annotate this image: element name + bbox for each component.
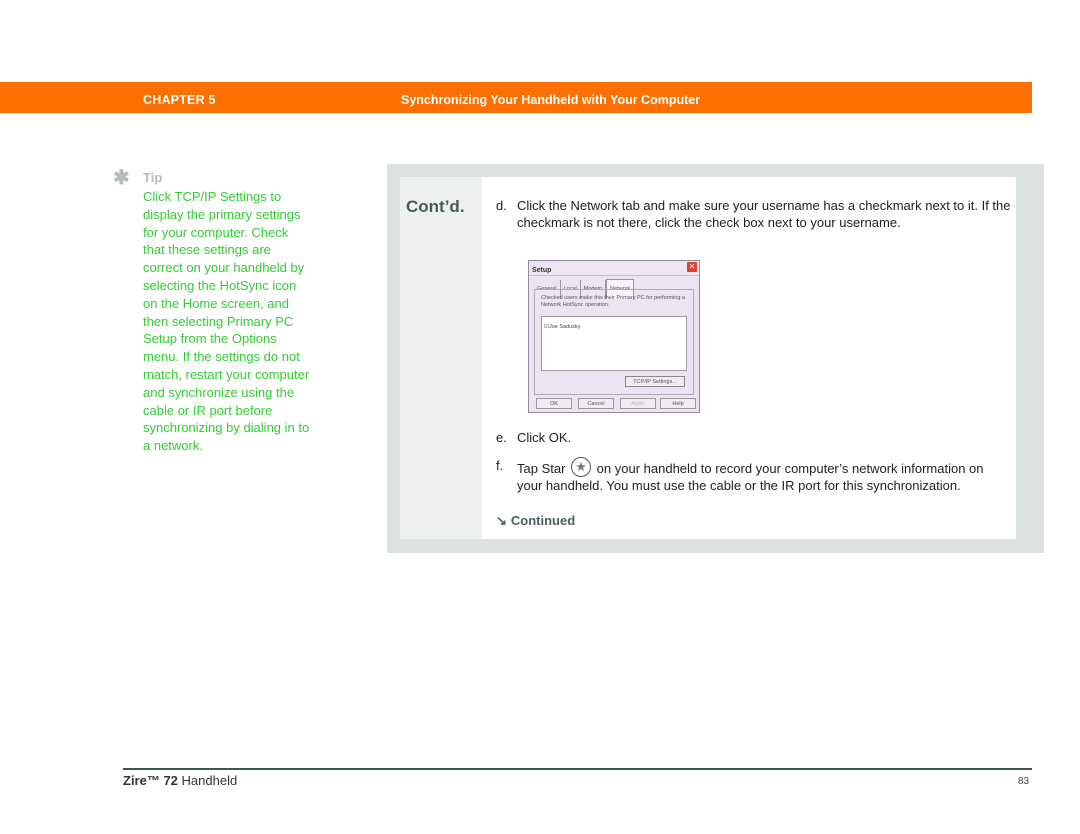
product-name: Zire™ 72 bbox=[123, 773, 178, 788]
step-box-inner: Cont’d. d. Click the Network tab and mak… bbox=[400, 177, 1016, 539]
dialog-titlebar: Setup ✕ bbox=[529, 261, 699, 276]
tip-title: Tip bbox=[143, 170, 163, 185]
dialog-title: Setup bbox=[532, 267, 552, 274]
help-button: Help bbox=[660, 398, 696, 409]
chapter-label: CHAPTER 5 bbox=[143, 93, 216, 107]
close-icon: ✕ bbox=[687, 262, 697, 272]
step-text-before: Tap Star bbox=[517, 461, 566, 476]
chapter-title: Synchronizing Your Handheld with Your Co… bbox=[401, 93, 701, 107]
apply-button: Apply bbox=[620, 398, 656, 409]
step-text: Tap Star ★ on your handheld to record yo… bbox=[517, 457, 1012, 494]
footer-product: Zire™ 72 Handheld bbox=[123, 773, 237, 788]
step-letter: d. bbox=[496, 198, 507, 213]
asterisk-icon: ✱ bbox=[113, 167, 130, 189]
step-box: Cont’d. d. Click the Network tab and mak… bbox=[387, 164, 1044, 553]
footer-divider bbox=[123, 768, 1032, 770]
dialog-panel: Checked users make this their Primary PC… bbox=[534, 289, 694, 395]
page-number: 83 bbox=[1018, 776, 1030, 787]
step-text: Click OK. bbox=[517, 430, 572, 445]
dialog-button-row: OK Cancel Apply Help bbox=[534, 398, 696, 409]
user-list-item: ☑Joe Sadusky bbox=[544, 324, 581, 330]
continued-indicator: ↘ Continued bbox=[496, 513, 575, 529]
chapter-header-bar: CHAPTER 5 Synchronizing Your Handheld wi… bbox=[0, 82, 1032, 113]
star-icon: ★ bbox=[571, 457, 592, 477]
step-text: Click the Network tab and make sure your… bbox=[517, 198, 1011, 230]
ok-button: OK bbox=[536, 398, 572, 409]
dialog-description: Checked users make this their Primary PC… bbox=[541, 295, 685, 308]
step-letter: f. bbox=[496, 458, 504, 473]
tcpip-settings-button: TCP/IP Settings... bbox=[625, 376, 685, 387]
dialog-tabs: General Local Modem Network bbox=[534, 279, 635, 299]
contd-column: Cont’d. bbox=[400, 177, 482, 539]
step-letter: e. bbox=[496, 430, 507, 445]
arrow-down-right-icon: ↘ bbox=[496, 513, 507, 528]
tip-body: Click TCP/IP Settings to display the pri… bbox=[143, 189, 310, 454]
setup-dialog-screenshot: Setup ✕ General Local Modem Network Checked… bbox=[528, 260, 700, 413]
contd-label: Cont’d. bbox=[406, 197, 465, 216]
continued-label: Continued bbox=[510, 513, 576, 528]
cancel-button: Cancel bbox=[578, 398, 614, 409]
user-name: Joe Sadusky bbox=[548, 324, 581, 330]
product-suffix: Handheld bbox=[177, 773, 238, 788]
user-list: ☑Joe Sadusky bbox=[541, 316, 687, 371]
